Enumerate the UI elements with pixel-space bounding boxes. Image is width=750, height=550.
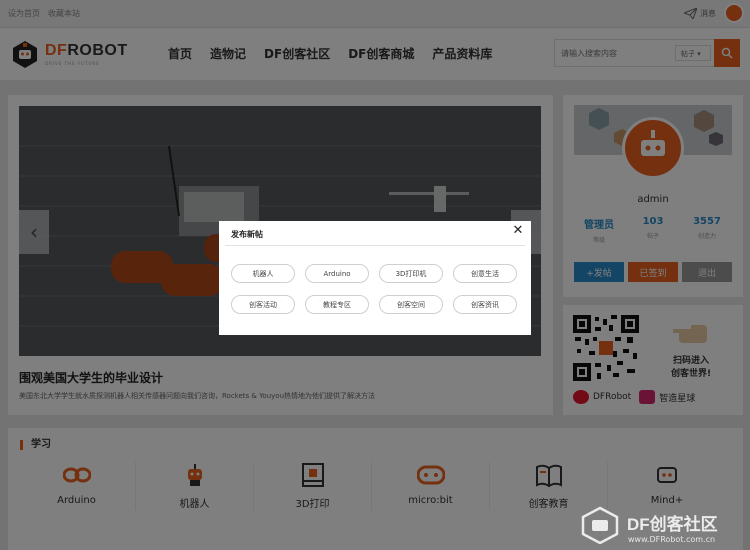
watermark: DF创客社区 www.DFRobot.com.cn xyxy=(575,502,750,550)
category-option-creative-life[interactable]: 创意生活 xyxy=(453,264,517,283)
new-post-modal: 发布新帖 ✕ 机器人 Arduino 3D打印机 创意生活 创客活动 教程专区 … xyxy=(219,221,531,335)
modal-divider xyxy=(225,245,525,246)
post-category-list: 机器人 Arduino 3D打印机 创意生活 创客活动 教程专区 创客空间 创客… xyxy=(231,264,521,314)
category-option-3d-printer[interactable]: 3D打印机 xyxy=(379,264,443,283)
category-option-arduino[interactable]: Arduino xyxy=(305,264,369,283)
category-option-maker-news[interactable]: 创客资讯 xyxy=(453,295,517,314)
watermark-title: DF创客社区 xyxy=(627,515,718,534)
watermark-url: www.DFRobot.com.cn xyxy=(628,535,716,544)
dfrobot-watermark-icon xyxy=(581,506,619,544)
modal-title: 发布新帖 xyxy=(231,230,263,239)
category-option-maker-space[interactable]: 创客空间 xyxy=(379,295,443,314)
category-option-maker-events[interactable]: 创客活动 xyxy=(231,295,295,314)
category-option-tutorials[interactable]: 教程专区 xyxy=(305,295,369,314)
category-option-robot[interactable]: 机器人 xyxy=(231,264,295,283)
close-icon[interactable]: ✕ xyxy=(511,223,525,243)
